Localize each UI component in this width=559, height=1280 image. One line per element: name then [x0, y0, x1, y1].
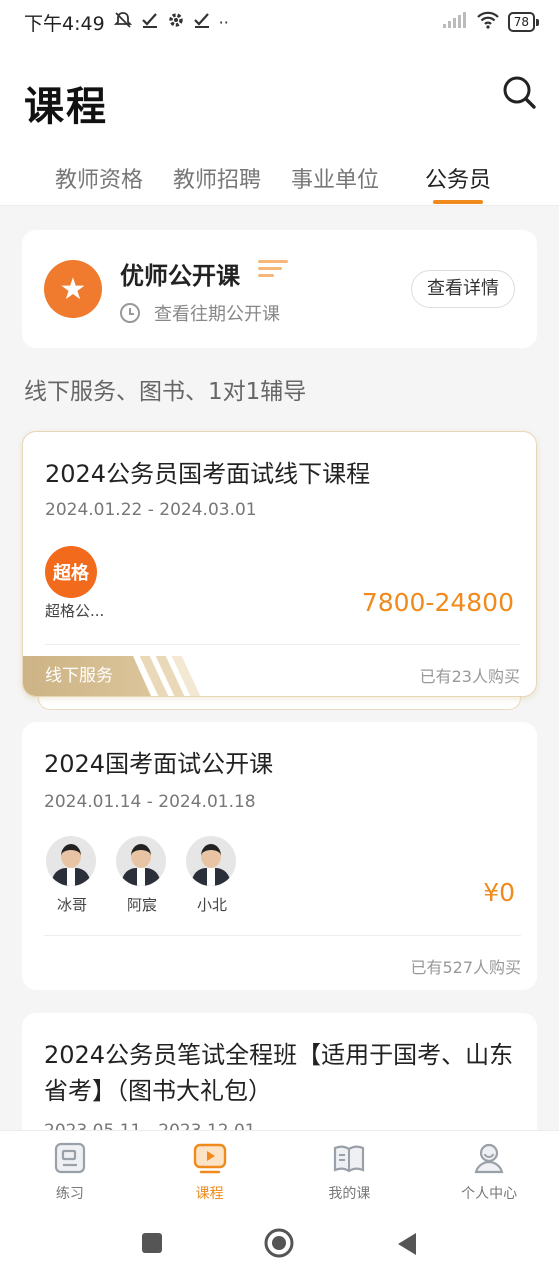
brand-name: 超格公... [45, 602, 105, 620]
divider [44, 935, 521, 936]
back-button[interactable] [396, 1232, 418, 1260]
nav-label: 课程 [195, 1186, 224, 1202]
bell-off-icon [113, 10, 133, 34]
avatar [186, 836, 236, 886]
decor-lines-icon [258, 260, 288, 281]
open-class-title: 优师公开课 [120, 262, 240, 290]
gear-icon [167, 11, 185, 33]
section-heading: 线下服务、图书、1对1辅导 [24, 379, 307, 405]
square-icon [142, 1233, 162, 1253]
practice-icon [54, 1142, 85, 1174]
teacher: 冰哥 [46, 836, 98, 915]
divider [0, 205, 559, 206]
course-card[interactable]: 2024公务员笔试全程班【适用于国考、山东省考】（图书大礼包） 2023.05.… [22, 1013, 537, 1143]
my-course-icon [334, 1145, 365, 1173]
brand-logo: 超格 [45, 546, 97, 598]
teacher-name: 冰哥 [56, 896, 87, 914]
system-nav-bar [0, 1208, 559, 1280]
search-button[interactable] [501, 74, 537, 110]
course-price: 7800-24800 [361, 588, 514, 617]
course-date: 2024.01.22 - 2024.03.01 [45, 500, 257, 520]
battery-icon: 78 [507, 12, 540, 32]
tab-public-institution[interactable]: 事业单位 [291, 156, 379, 206]
course-card[interactable]: 2024公务员国考面试线下课程 2024.01.22 - 2024.03.01 … [22, 431, 537, 697]
course-title: 2024国考面试公开课 [44, 750, 274, 778]
nav-practice[interactable]: 练习 [0, 1131, 140, 1208]
nav-profile[interactable]: 个人中心 [419, 1131, 559, 1208]
course-icon [193, 1143, 226, 1174]
status-time: 下午4:49 [24, 12, 105, 35]
view-details-button[interactable]: 查看详情 [411, 270, 515, 308]
more-icon: ·· [218, 12, 229, 32]
divider [45, 644, 520, 645]
course-card[interactable]: 2024国考面试公开课 2024.01.14 - 2024.01.18 冰哥 阿… [22, 722, 537, 990]
back-triangle-icon [398, 1233, 416, 1255]
course-title: 2024公务员笔试全程班【适用于国考、山东省考】（图书大礼包） [44, 1041, 514, 1105]
purchase-count: 已有527人购买 [410, 958, 521, 977]
recent-apps-button[interactable] [141, 1232, 163, 1258]
nav-label: 个人中心 [461, 1186, 518, 1202]
avatar [46, 836, 96, 886]
open-class-subtitle: 查看往期公开课 [154, 304, 280, 325]
course-price: ¥0 [483, 878, 515, 907]
avatar [116, 836, 166, 886]
nav-label: 练习 [55, 1186, 84, 1202]
course-date: 2024.01.14 - 2024.01.18 [44, 792, 256, 812]
nav-label: 我的课 [328, 1186, 371, 1202]
teacher: 阿宸 [116, 836, 168, 915]
teacher-name: 阿宸 [126, 896, 157, 914]
purchase-count: 已有23人购买 [419, 667, 520, 686]
tab-teacher-qualification[interactable]: 教师资格 [55, 156, 143, 206]
nav-course[interactable]: 课程 [140, 1131, 280, 1208]
status-bar: 下午4:49 ·· 78 [0, 0, 559, 44]
search-icon [503, 76, 536, 109]
signal-icon [442, 11, 468, 34]
open-class-history-link[interactable]: 查看往期公开课 [120, 300, 280, 326]
home-circle-icon [264, 1228, 294, 1258]
nav-my-course[interactable]: 我的课 [280, 1131, 420, 1208]
tab-civil-servant[interactable]: 公务员 [425, 156, 491, 206]
course-title: 2024公务员国考面试线下课程 [45, 460, 371, 488]
bottom-nav: 练习 课程 我的课 个人中心 [0, 1130, 559, 1208]
wifi-icon [476, 11, 500, 34]
profile-icon [474, 1143, 504, 1174]
check-icon [141, 11, 159, 33]
page-title: 课程 [24, 84, 108, 130]
teacher-name: 小北 [196, 896, 227, 914]
category-tabs: 教师资格 教师招聘 事业单位 公务员 [0, 156, 559, 206]
clock-icon [120, 303, 140, 323]
home-button[interactable] [264, 1228, 294, 1262]
check-icon [193, 11, 211, 33]
teacher: 小北 [186, 836, 238, 915]
header: 课程 教师资格 教师招聘 事业单位 公务员 [0, 44, 559, 206]
star-icon: ★ [44, 260, 102, 318]
open-class-card[interactable]: ★ 优师公开课 查看往期公开课 查看详情 [22, 230, 537, 348]
tab-teacher-recruitment[interactable]: 教师招聘 [173, 156, 261, 206]
